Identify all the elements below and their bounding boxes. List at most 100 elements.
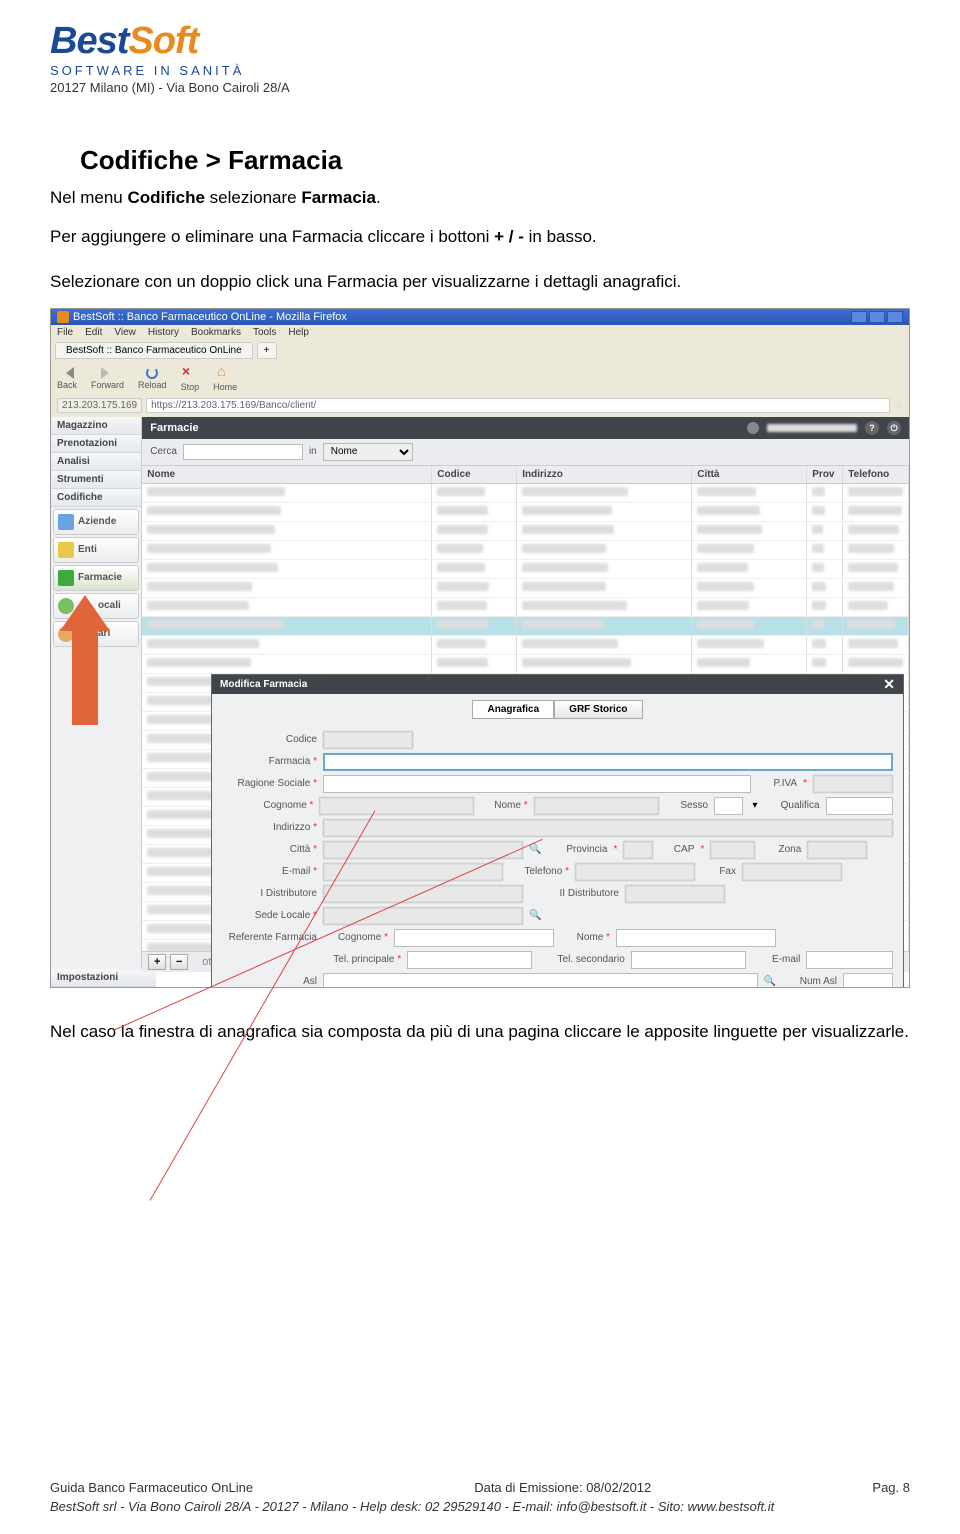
logo-soft: Soft — [128, 20, 198, 62]
input-ref-email[interactable] — [806, 951, 893, 969]
nav-forward-button[interactable]: Forward — [91, 367, 124, 390]
table-row[interactable] — [142, 617, 909, 636]
sidebar-item-codifiche[interactable]: Codifiche — [51, 489, 141, 507]
search-icon[interactable]: 🔍 — [764, 976, 776, 987]
input-codice[interactable] — [323, 731, 413, 749]
sidebar-item-strumenti[interactable]: Strumenti — [51, 471, 141, 489]
window-titlebar: BestSoft :: Banco Farmaceutico OnLine - … — [51, 309, 909, 325]
label-tel-sec: Tel. secondario — [538, 954, 625, 965]
input-cognome[interactable] — [319, 797, 473, 815]
new-tab-button[interactable]: + — [257, 342, 277, 359]
label-nome: Nome * — [480, 800, 528, 811]
nav-stop-button[interactable]: ×Stop — [181, 365, 200, 392]
menu-edit[interactable]: Edit — [85, 327, 102, 338]
user-icon — [747, 422, 759, 434]
table-row[interactable] — [142, 541, 909, 560]
input-sesso[interactable] — [714, 797, 743, 815]
input-cap[interactable] — [710, 841, 755, 859]
stop-icon: × — [182, 365, 198, 381]
input-indirizzo[interactable] — [323, 819, 893, 837]
pharmacy-cross-icon — [58, 570, 74, 586]
table-row[interactable] — [142, 579, 909, 598]
col-prov[interactable]: Prov — [807, 466, 843, 483]
footer-center: Data di Emissione: 08/02/2012 — [474, 1480, 651, 1495]
label-telefono: Telefono * — [509, 866, 569, 877]
table-row[interactable] — [142, 503, 909, 522]
input-numasl[interactable] — [843, 973, 893, 988]
minimize-button[interactable] — [851, 311, 867, 323]
sidebar-item-magazzino[interactable]: Magazzino — [51, 417, 141, 435]
input-dist1[interactable] — [323, 885, 523, 903]
menu-history[interactable]: History — [148, 327, 179, 338]
close-icon[interactable]: ✕ — [883, 679, 895, 690]
input-telefono[interactable] — [575, 863, 695, 881]
menu-bookmarks[interactable]: Bookmarks — [191, 327, 241, 338]
help-icon[interactable]: ? — [865, 421, 879, 435]
search-icon[interactable]: 🔍 — [529, 910, 541, 921]
input-ref-cognome[interactable] — [394, 929, 554, 947]
bookmark-star-icon[interactable]: ☆ — [894, 400, 903, 411]
sidebar-sub-aziende[interactable]: Aziende — [53, 509, 139, 535]
sidebar-item-analisi[interactable]: Analisi — [51, 453, 141, 471]
label-zona: Zona — [761, 844, 801, 855]
grid-header: Nome Codice Indirizzo Città Prov Telefon… — [142, 465, 909, 484]
table-row[interactable] — [142, 560, 909, 579]
label-cognome: Cognome * — [222, 800, 313, 811]
nav-reload-button[interactable]: Reload — [138, 367, 167, 390]
maximize-button[interactable] — [869, 311, 885, 323]
menu-help[interactable]: Help — [288, 327, 309, 338]
footer-right: Pag. 8 — [872, 1480, 910, 1495]
search-icon[interactable]: 🔍 — [529, 844, 541, 855]
table-row[interactable] — [142, 484, 909, 503]
menu-file[interactable]: File — [57, 327, 73, 338]
input-asl[interactable] — [323, 973, 758, 988]
sidebar-sub-enti[interactable]: Enti — [53, 537, 139, 563]
input-ref-nome[interactable] — [616, 929, 776, 947]
input-email[interactable] — [323, 863, 503, 881]
logo-address: 20127 Milano (MI) - Via Bono Cairoli 28/… — [50, 80, 910, 95]
table-row[interactable] — [142, 655, 909, 674]
sidebar-sub-farmacie[interactable]: Farmacie — [53, 565, 139, 591]
add-row-button[interactable]: + — [148, 954, 166, 970]
menu-view[interactable]: View — [114, 327, 136, 338]
col-citta[interactable]: Città — [692, 466, 807, 483]
nav-back-button[interactable]: Back — [57, 367, 77, 390]
input-provincia[interactable] — [623, 841, 653, 859]
home-icon: ⌂ — [217, 365, 233, 381]
search-input[interactable] — [183, 444, 303, 460]
tab-grf-storico[interactable]: GRF Storico — [554, 700, 642, 719]
logo-subtitle: SOFTWARE IN SANITÀ — [50, 63, 910, 78]
in-label: in — [309, 446, 317, 457]
url-input[interactable]: https://213.203.175.169/Banco/client/ — [146, 398, 890, 413]
panel-header: Farmacie ? ⏻ — [142, 417, 909, 439]
dialog-title: Modifica Farmacia — [220, 679, 307, 690]
url-host-chip[interactable]: 213.203.175.169 — [57, 398, 142, 413]
table-row[interactable] — [142, 636, 909, 655]
col-codice[interactable]: Codice — [432, 466, 517, 483]
sidebar-item-impostazioni[interactable]: Impostazioni — [51, 969, 156, 987]
logout-icon[interactable]: ⏻ — [887, 421, 901, 435]
nav-home-button[interactable]: ⌂Home — [213, 365, 237, 392]
input-fax[interactable] — [742, 863, 842, 881]
browser-tab-active[interactable]: BestSoft :: Banco Farmaceutico OnLine — [55, 342, 253, 359]
col-telefono[interactable]: Telefono — [843, 466, 909, 483]
remove-row-button[interactable]: − — [170, 954, 188, 970]
table-row[interactable] — [142, 522, 909, 541]
input-farmacia[interactable] — [323, 753, 893, 771]
close-window-button[interactable] — [887, 311, 903, 323]
input-tel-sec[interactable] — [631, 951, 746, 969]
input-ragsoc[interactable] — [323, 775, 751, 793]
search-field-select[interactable]: Nome — [323, 443, 413, 461]
col-nome[interactable]: Nome — [142, 466, 432, 483]
input-zona[interactable] — [807, 841, 867, 859]
input-dist2[interactable] — [625, 885, 725, 903]
input-qualifica[interactable] — [826, 797, 893, 815]
input-tel-princ[interactable] — [407, 951, 532, 969]
menu-tools[interactable]: Tools — [253, 327, 276, 338]
table-row[interactable] — [142, 598, 909, 617]
tab-anagrafica[interactable]: Anagrafica — [472, 700, 554, 719]
input-piva[interactable] — [813, 775, 893, 793]
sidebar-item-prenotazioni[interactable]: Prenotazioni — [51, 435, 141, 453]
col-indirizzo[interactable]: Indirizzo — [517, 466, 692, 483]
input-nome[interactable] — [534, 797, 659, 815]
